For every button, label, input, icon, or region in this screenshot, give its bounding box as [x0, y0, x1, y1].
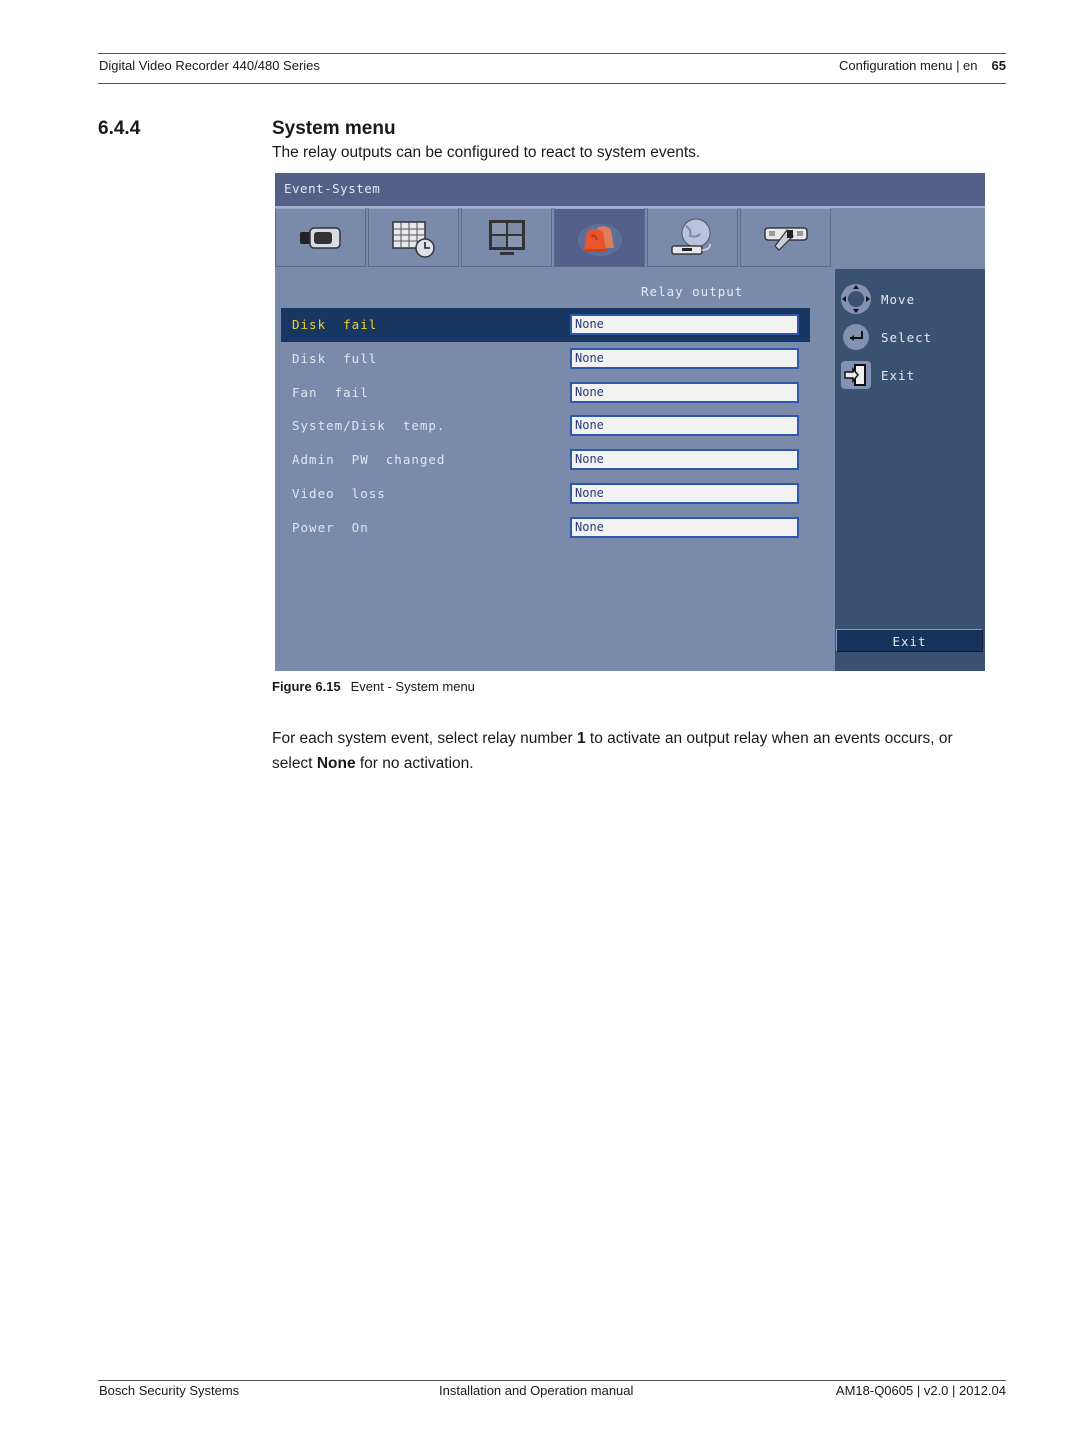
hint-exit: Exit	[839, 359, 915, 391]
monitor-icon	[488, 219, 525, 255]
schedule-icon	[391, 220, 435, 258]
header-doc-title: Digital Video Recorder 440/480 Series	[99, 58, 320, 73]
hint-move-label: Move	[881, 291, 916, 307]
body-bold-relay-number: 1	[576, 730, 586, 747]
relay-output-select[interactable]: None	[570, 483, 799, 504]
relay-output-select[interactable]: None	[570, 517, 799, 538]
figure-caption-text: Event - System menu	[350, 679, 475, 694]
dvr-event-system-screen: Event-System Relay output Disk fail None…	[275, 173, 985, 671]
footer-center: Installation and Operation manual	[439, 1383, 634, 1398]
event-label: Fan fail	[292, 385, 369, 400]
footer-right: AM18-Q0605 | v2.0 | 2012.04	[835, 1383, 1006, 1398]
event-row-disk-full[interactable]: Disk full None	[281, 342, 810, 376]
dvr-side-top	[835, 208, 985, 269]
section-title: System menu	[272, 118, 396, 139]
alarm-light-icon	[577, 223, 622, 256]
tab-system-tools[interactable]	[740, 208, 831, 267]
section-intro: The relay outputs can be configured to r…	[272, 144, 701, 161]
event-label: Disk full	[292, 351, 378, 366]
body-text: For each system event, select relay numb…	[272, 730, 577, 747]
figure-caption: Figure 6.15 Event - System menu	[272, 679, 475, 694]
tab-camera[interactable]	[275, 208, 366, 267]
tab-alarm[interactable]	[554, 208, 645, 267]
page-number: 65	[991, 58, 1006, 73]
event-row-video-loss[interactable]: Video loss None	[281, 477, 810, 511]
body-bold-none: None	[316, 754, 356, 772]
hint-select: Select	[839, 321, 932, 353]
exit-door-icon	[841, 361, 871, 389]
event-label: Power On	[292, 520, 369, 535]
event-label: Video loss	[292, 486, 386, 501]
tab-schedule[interactable]	[368, 208, 459, 267]
event-row-system-disk-temp[interactable]: System/Disk temp. None	[281, 409, 810, 443]
header-rule-top	[98, 53, 1006, 54]
relay-output-select[interactable]: None	[570, 348, 799, 369]
dvr-title: Event-System	[284, 181, 381, 196]
dvr-tab-bar	[275, 208, 835, 269]
camera-icon	[299, 226, 341, 249]
event-label: Admin PW changed	[292, 452, 446, 467]
network-icon	[670, 218, 711, 255]
hint-exit-label: Exit	[881, 367, 916, 383]
relay-output-select[interactable]: None	[570, 382, 799, 403]
body-paragraph: For each system event, select relay numb…	[272, 727, 992, 776]
exit-button[interactable]: Exit	[836, 629, 983, 652]
event-label: Disk fail	[292, 317, 378, 332]
relay-output-select[interactable]: None	[570, 415, 799, 436]
system-tools-icon	[763, 226, 808, 251]
event-row-admin-pw-changed[interactable]: Admin PW changed None	[281, 443, 810, 477]
relay-output-select[interactable]: None	[570, 449, 799, 470]
event-row-fan-fail[interactable]: Fan fail None	[281, 376, 810, 410]
relay-output-select[interactable]: None	[570, 314, 799, 335]
column-header-relay-output: Relay output	[641, 284, 744, 299]
event-row-disk-fail[interactable]: Disk fail None	[281, 308, 810, 342]
header-rule-bottom	[98, 83, 1006, 84]
header-section: Configuration menu | en 65	[839, 58, 1006, 73]
dvr-help-panel: Move Select Exit	[835, 269, 985, 671]
enter-icon	[843, 324, 869, 350]
event-label: System/Disk temp.	[292, 418, 446, 433]
event-row-power-on[interactable]: Power On None	[281, 511, 810, 545]
section-number: 6.4.4	[98, 118, 141, 139]
hint-select-label: Select	[881, 329, 933, 345]
dvr-title-bar: Event-System	[275, 173, 985, 208]
hint-move: Move	[839, 283, 915, 315]
tab-monitor[interactable]	[461, 208, 552, 267]
tab-network[interactable]	[647, 208, 738, 267]
footer-rule	[98, 1380, 1006, 1381]
figure-label: Figure 6.15	[272, 679, 341, 694]
move-arrows-icon	[841, 284, 871, 314]
header-section-label: Configuration menu | en	[839, 58, 978, 73]
footer-left: Bosch Security Systems	[99, 1383, 240, 1398]
body-text: for no activation.	[355, 754, 474, 772]
